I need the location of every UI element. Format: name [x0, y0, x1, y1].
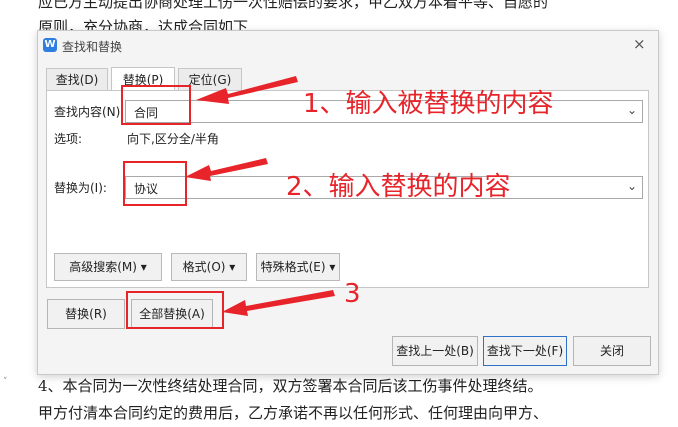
red-arrow-icon [222, 290, 335, 316]
annotation-step-1: 1、输入被替换的内容 [303, 89, 554, 119]
annotation-arrows [185, 76, 335, 316]
red-arrow-icon [185, 158, 268, 181]
annotation-step-2: 2、输入替换的内容 [286, 172, 511, 202]
annotation-step-3: 3 [344, 279, 361, 309]
red-arrow-icon [196, 76, 298, 104]
